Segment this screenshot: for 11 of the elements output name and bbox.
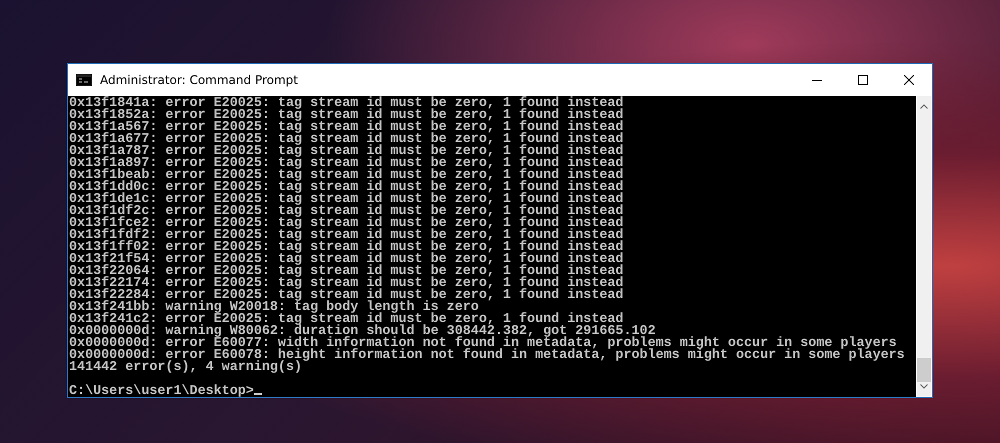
scroll-down-icon[interactable] — [920, 384, 928, 389]
text-cursor — [254, 393, 262, 395]
window-title: Administrator: Command Prompt — [100, 72, 298, 89]
console-line: 141442 error(s), 4 warning(s) — [69, 360, 302, 375]
maximize-icon[interactable] — [858, 75, 868, 85]
scrollbar[interactable] — [916, 96, 932, 397]
console-icon — [76, 74, 92, 86]
scroll-up-icon[interactable] — [920, 104, 928, 109]
command-prompt: C:\Users\user1\Desktop> — [69, 384, 254, 399]
scroll-thumb[interactable] — [917, 358, 931, 382]
close-icon[interactable] — [904, 75, 914, 85]
